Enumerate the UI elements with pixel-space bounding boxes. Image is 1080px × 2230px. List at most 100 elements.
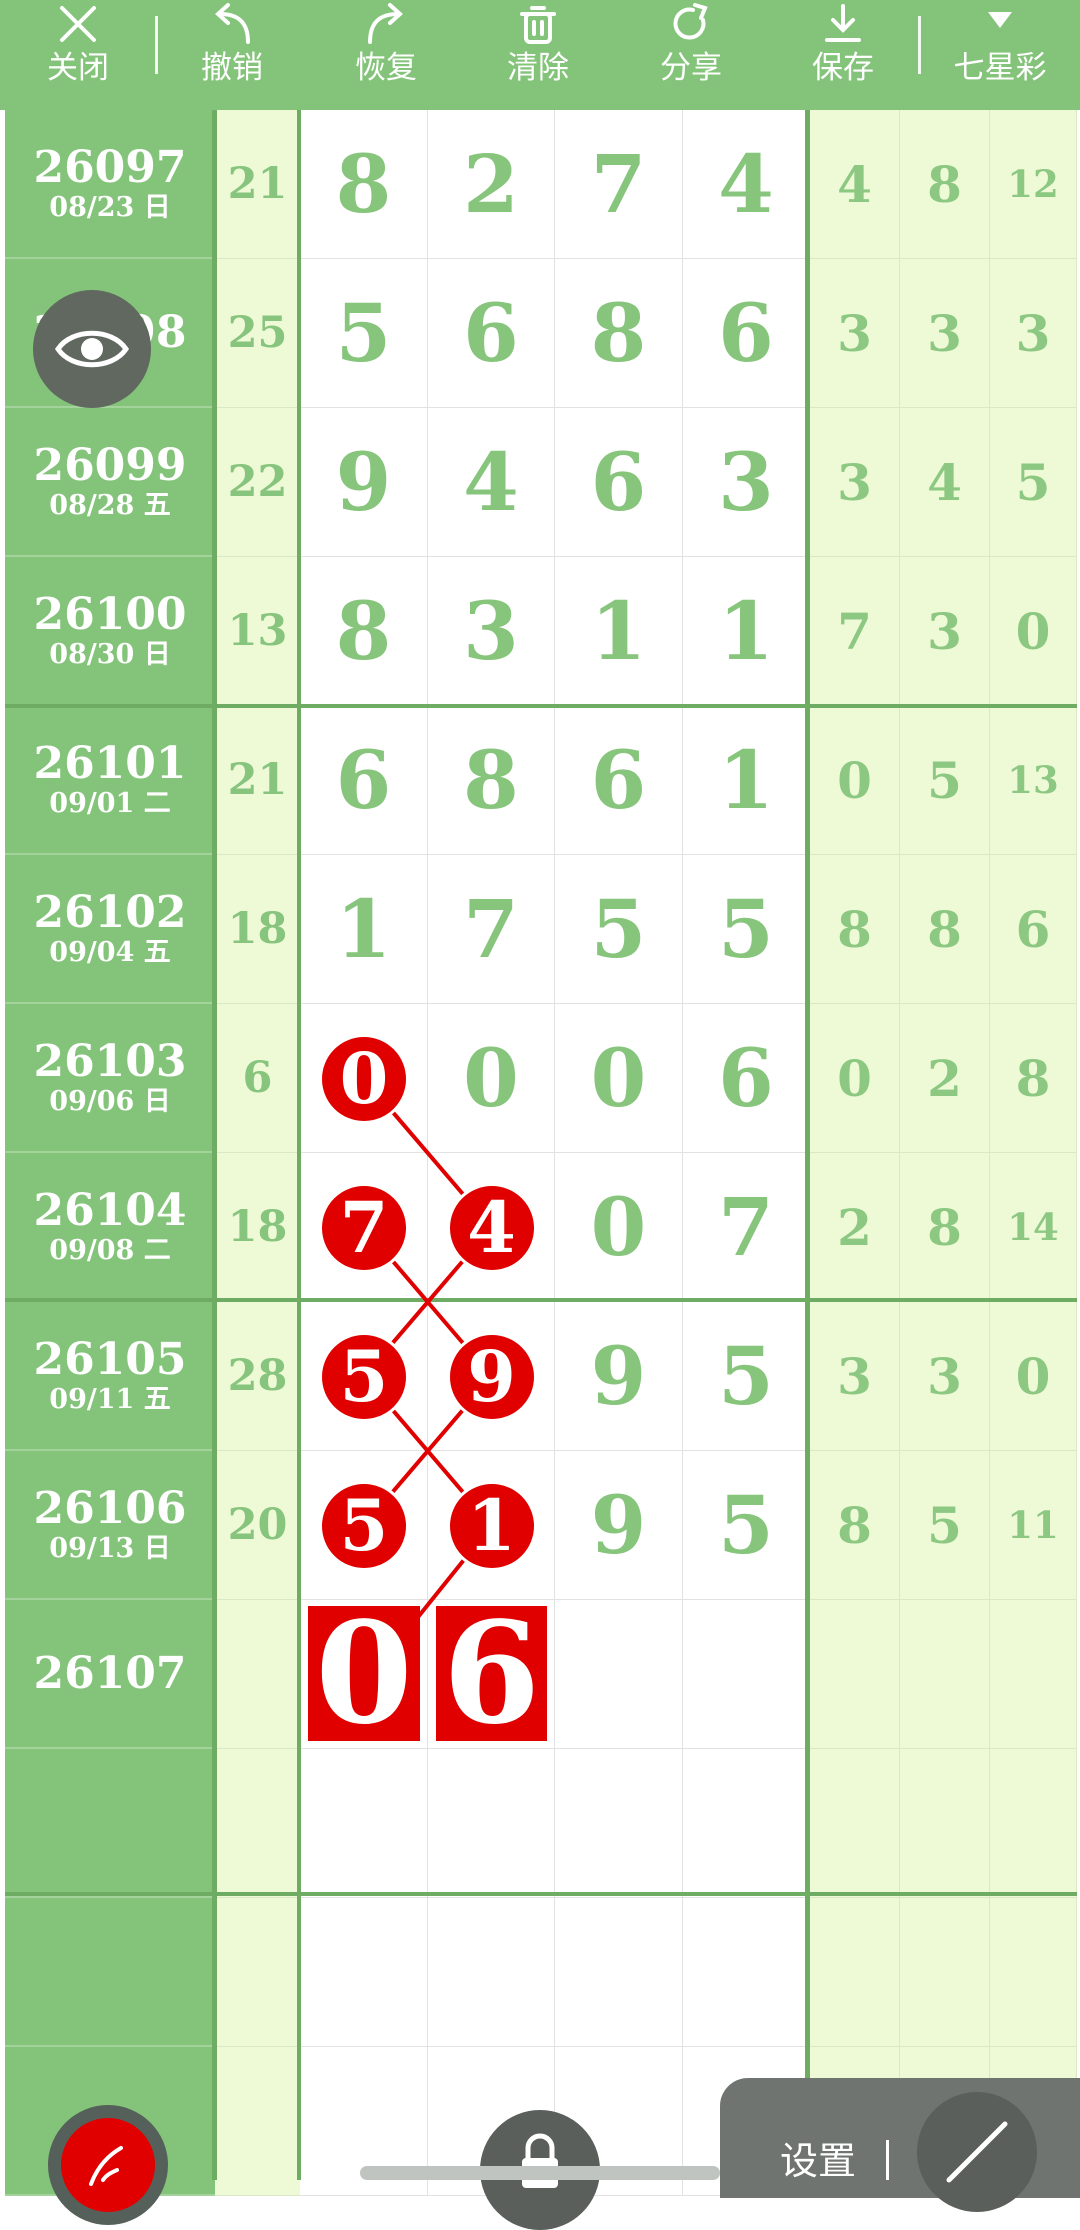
close-label: 关闭 [47, 50, 109, 86]
sum-cell: 18 [215, 1153, 300, 1302]
issue-cell[interactable] [5, 1749, 215, 1898]
digit-cell[interactable]: 7 [555, 110, 683, 259]
digit-cell[interactable]: 0 [555, 1153, 683, 1302]
undo-button[interactable]: 撤销 [182, 0, 282, 110]
digit-cell[interactable]: 1 [300, 855, 428, 1004]
digit-cell[interactable]: 0 [428, 1004, 555, 1153]
digit-cell[interactable]: 6 [683, 259, 810, 408]
digit-cell[interactable] [428, 1749, 555, 1898]
digit-cell[interactable]: 6 [300, 706, 428, 855]
close-button[interactable]: 关闭 [28, 0, 128, 110]
issue-cell[interactable] [5, 1898, 215, 2047]
digit-cell[interactable]: 6 [555, 408, 683, 557]
sum-cell: 21 [215, 706, 300, 855]
sum-cell: 22 [215, 408, 300, 557]
marked-digit[interactable]: 9 [446, 1331, 537, 1422]
pen-tool-button[interactable] [48, 2105, 168, 2225]
issue-cell[interactable]: 26097 08/23 日 [5, 110, 215, 259]
issue-cell[interactable]: 26107 [5, 1600, 215, 1749]
digit-cell[interactable]: 9 [555, 1302, 683, 1451]
issue-cell[interactable]: 26102 09/04 五 [5, 855, 215, 1004]
issue-date: 09/08 二 [49, 1234, 171, 1266]
digit-cell[interactable] [300, 1898, 428, 2047]
digit-cell[interactable]: 8 [428, 706, 555, 855]
issue-number: 26103 [33, 1035, 187, 1087]
issue-cell[interactable]: 26099 08/28 五 [5, 408, 215, 557]
digit-cell[interactable]: 7 [683, 1153, 810, 1302]
gap-cell: 3 [990, 259, 1077, 408]
digit-cell[interactable] [555, 1898, 683, 2047]
issue-cell[interactable]: 26106 09/13 日 [5, 1451, 215, 1600]
digit-cell[interactable] [683, 1600, 810, 1749]
clear-button[interactable]: 清除 [488, 0, 588, 110]
marked-digit[interactable]: 5 [319, 1331, 409, 1422]
marked-digit[interactable]: 1 [446, 1480, 537, 1571]
gap-cell: 0 [990, 557, 1077, 706]
gap-cell: 5 [900, 706, 990, 855]
digit-cell[interactable]: 8 [555, 259, 683, 408]
issue-cell[interactable]: 26101 09/01 二 [5, 706, 215, 855]
lottery-select[interactable]: 七星彩 [940, 0, 1060, 110]
marked-digit[interactable]: 4 [446, 1182, 537, 1273]
digit-cell[interactable]: 3 [683, 408, 810, 557]
gap-cell: 8 [900, 855, 990, 1004]
gap-cell: 7 [810, 557, 900, 706]
marked-digit[interactable]: 7 [319, 1182, 409, 1273]
marked-digit[interactable]: 5 [319, 1480, 409, 1571]
share-button[interactable]: 分享 [641, 0, 741, 110]
issue-cell[interactable]: 26105 09/11 五 [5, 1302, 215, 1451]
prediction-digit[interactable]: 6 [436, 1592, 547, 1756]
undo-label: 撤销 [201, 50, 263, 86]
gap-cell: 0 [810, 1004, 900, 1153]
digit-cell[interactable]: 1 [555, 557, 683, 706]
digit-cell[interactable]: 4 [428, 408, 555, 557]
issue-cell[interactable]: 26104 09/08 二 [5, 1153, 215, 1302]
issue-cell[interactable]: 26100 08/30 日 [5, 557, 215, 706]
gap-cell [990, 1600, 1077, 1749]
digit-cell[interactable]: 2 [428, 110, 555, 259]
redo-button[interactable]: 恢复 [336, 0, 436, 110]
digit-cell[interactable]: 1 [683, 557, 810, 706]
digit-cell[interactable] [428, 1898, 555, 2047]
visibility-toggle[interactable] [33, 290, 151, 408]
issue-cell[interactable]: 26103 09/06 日 [5, 1004, 215, 1153]
digit-cell[interactable]: 4 [683, 110, 810, 259]
digit-cell[interactable]: 6 [555, 706, 683, 855]
settings-button[interactable]: 设置 [780, 2130, 856, 2185]
digit-cell[interactable]: 5 [555, 855, 683, 1004]
line-tool-button[interactable] [917, 2092, 1037, 2212]
gap-cell: 3 [900, 1302, 990, 1451]
digit-cell[interactable]: 6 [683, 1004, 810, 1153]
sum-cell: 6 [215, 1004, 300, 1153]
digit-cell[interactable]: 5 [300, 259, 428, 408]
digit-cell[interactable]: 9 [555, 1451, 683, 1600]
save-button[interactable]: 保存 [793, 0, 893, 110]
digit-cell[interactable] [555, 1600, 683, 1749]
digit-cell[interactable] [683, 1898, 810, 2047]
digit-cell[interactable] [683, 1749, 810, 1898]
lottery-grid: 2609708/23 日2182744812260982556863332609… [5, 110, 1077, 2196]
digit-cell[interactable]: 6 [428, 259, 555, 408]
sum-cell [215, 1749, 300, 1898]
digit-cell[interactable]: 8 [300, 557, 428, 706]
digit-cell[interactable] [555, 1749, 683, 1898]
digit-cell[interactable]: 1 [683, 706, 810, 855]
digit-cell[interactable]: 9 [300, 408, 428, 557]
prediction-digit[interactable]: 0 [308, 1592, 420, 1756]
gap-cell: 3 [900, 259, 990, 408]
digit-cell[interactable]: 8 [300, 110, 428, 259]
digit-cell[interactable]: 5 [683, 855, 810, 1004]
sum-cell [215, 1898, 300, 2047]
digit-cell[interactable] [300, 1749, 428, 1898]
digit-cell[interactable]: 0 [555, 1004, 683, 1153]
digit-cell[interactable]: 3 [428, 557, 555, 706]
digit-cell[interactable]: 7 [428, 855, 555, 1004]
gap-cell: 2 [810, 1153, 900, 1302]
digit-cell[interactable]: 5 [683, 1302, 810, 1451]
digit-cell[interactable]: 5 [683, 1451, 810, 1600]
settings-separator [886, 2140, 889, 2180]
gap-cell: 2 [900, 1004, 990, 1153]
gap-cell: 11 [990, 1451, 1077, 1600]
marked-digit[interactable]: 0 [319, 1033, 409, 1124]
close-icon [60, 6, 96, 42]
